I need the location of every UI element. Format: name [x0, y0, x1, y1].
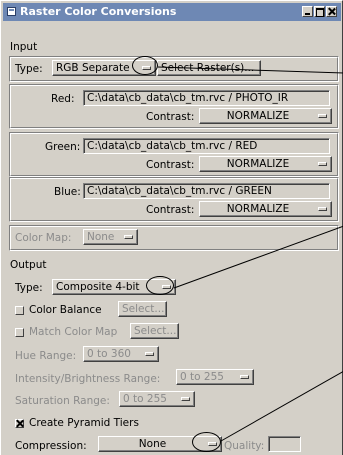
red-contrast-label: Contrast:	[146, 111, 195, 123]
blue-label: Blue:	[54, 186, 81, 198]
color-balance-checkbox[interactable]	[15, 306, 24, 315]
match-color-map-select-label: Select...	[134, 325, 177, 337]
blue-raster-field[interactable]: C:\data\cb_data\cb_tm.rvc / GREEN	[83, 183, 330, 199]
color-balance-select-button[interactable]: Select...	[118, 301, 167, 317]
option-menu-indicator-icon	[318, 162, 327, 166]
output-section-label: Output	[10, 259, 47, 271]
green-raster-field[interactable]: C:\data\cb_data\cb_tm.rvc / RED	[83, 138, 330, 154]
window-menu-icon[interactable]	[7, 7, 16, 16]
color-map-label: Color Map:	[15, 232, 72, 244]
color-balance-select-label: Select...	[122, 303, 165, 315]
option-menu-indicator-icon	[124, 235, 133, 239]
blue-contrast-option-menu[interactable]: NORMALIZE	[199, 201, 332, 217]
green-label: Green:	[45, 141, 81, 153]
compression-label: Compression:	[15, 440, 87, 452]
minimize-icon[interactable]	[302, 6, 313, 17]
input-type-value: RGB Separate	[56, 62, 130, 74]
match-color-map-label: Match Color Map	[29, 326, 118, 338]
red-contrast-value: NORMALIZE	[226, 110, 290, 122]
saturation-range-label: Saturation Range:	[15, 395, 110, 407]
saturation-range-option-menu[interactable]: 0 to 255	[119, 391, 195, 407]
select-rasters-button[interactable]: Select Raster(s)...	[157, 60, 261, 76]
input-type-label: Type:	[15, 63, 43, 75]
red-label: Red:	[51, 93, 75, 105]
input-section-label: Input	[10, 41, 38, 53]
option-menu-indicator-icon	[318, 207, 327, 211]
quality-label: Quality:	[224, 440, 265, 452]
match-color-map-select-button[interactable]: Select...	[130, 323, 179, 339]
callout-ring-compression	[192, 432, 221, 452]
green-contrast-value: NORMALIZE	[226, 158, 290, 170]
intensity-range-label: Intensity/Brightness Range:	[15, 373, 161, 385]
output-type-label: Type:	[15, 282, 43, 294]
quality-field[interactable]	[268, 436, 301, 452]
blue-contrast-label: Contrast:	[146, 204, 195, 216]
green-contrast-label: Contrast:	[146, 159, 195, 171]
saturation-range-value: 0 to 255	[123, 393, 167, 405]
create-pyramid-tiers-label: Create Pyramid Tiers	[29, 417, 139, 429]
maximize-icon[interactable]	[314, 6, 325, 17]
hue-range-label: Hue Range:	[15, 350, 77, 362]
green-contrast-option-menu[interactable]: NORMALIZE	[199, 156, 332, 172]
color-balance-label: Color Balance	[29, 304, 102, 316]
select-rasters-label: Select Raster(s)...	[161, 62, 255, 74]
color-map-option-menu[interactable]: None	[83, 229, 138, 245]
title-bar[interactable]: Raster Color Conversions	[3, 3, 341, 21]
close-icon[interactable]	[326, 6, 337, 17]
hue-range-option-menu[interactable]: 0 to 360	[83, 346, 159, 362]
option-menu-indicator-icon	[181, 397, 190, 401]
output-type-value: Composite 4-bit	[56, 281, 140, 293]
compression-value: None	[138, 438, 167, 450]
color-map-value: None	[87, 231, 115, 243]
red-raster-field[interactable]: C:\data\cb_data\cb_tm.rvc / PHOTO_IR	[83, 90, 330, 106]
create-pyramid-tiers-checkbox[interactable]	[15, 419, 24, 428]
intensity-range-value: 0 to 255	[180, 371, 224, 383]
red-contrast-option-menu[interactable]: NORMALIZE	[199, 108, 332, 124]
blue-contrast-value: NORMALIZE	[226, 203, 290, 215]
option-menu-indicator-icon	[318, 114, 327, 118]
option-menu-indicator-icon	[145, 352, 154, 356]
intensity-range-option-menu[interactable]: 0 to 255	[176, 369, 254, 385]
raster-color-conversions-window: Raster Color Conversions Input Type: RGB…	[0, 0, 343, 455]
window-title: Raster Color Conversions	[20, 5, 177, 18]
callout-ring-output-type	[146, 276, 174, 295]
match-color-map-checkbox[interactable]	[15, 328, 24, 337]
option-menu-indicator-icon	[240, 375, 249, 379]
hue-range-value: 0 to 360	[87, 348, 131, 360]
callout-ring-input-type	[132, 56, 158, 75]
